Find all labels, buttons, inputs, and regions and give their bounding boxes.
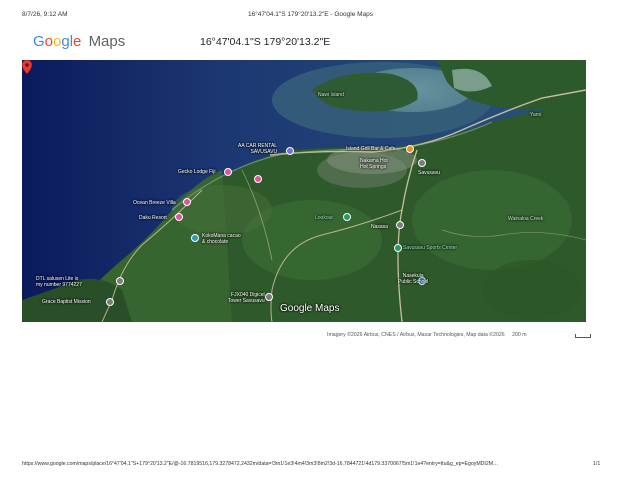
- place-label-dtl[interactable]: DTL salusen Lite is my number 9774227: [36, 276, 82, 288]
- place-label-ocean-breeze-villa[interactable]: Ocean Breeze Villa: [133, 200, 176, 206]
- place-pin-icon[interactable]: [116, 277, 124, 285]
- place-label-digicel-tower[interactable]: FJX040 Digicel Tower Savusavu: [228, 292, 265, 304]
- place-label-lookout[interactable]: Lookout: [315, 215, 333, 221]
- footer-url: https://www.google.com/maps/place/16°47'…: [22, 461, 499, 467]
- scale-label: 200 m: [512, 332, 527, 338]
- place-label-nawi-island: Nawi Island: [318, 92, 344, 98]
- logo-letter: o: [44, 33, 54, 50]
- dropped-pin-icon[interactable]: [22, 60, 32, 74]
- google-maps-logo[interactable]: Google Maps: [33, 33, 125, 50]
- place-label-kokomana[interactable]: KokoMana cacao & chocolate: [202, 233, 241, 245]
- footer-page-number: 1/1: [593, 461, 601, 467]
- logo-letter: G: [33, 33, 45, 50]
- restaurant-pin-icon[interactable]: [406, 145, 414, 153]
- villa-pin-icon[interactable]: [183, 198, 191, 206]
- print-title: 16°47'04.1"S 179°20'13.2"E - Google Maps: [247, 11, 374, 18]
- logo-letter: g: [61, 33, 70, 50]
- maps-wordmark: Maps: [88, 33, 126, 50]
- logo-letter: o: [53, 33, 62, 50]
- place-label-aa-car-rental[interactable]: AA CAR RENTAL SAVUSAVU: [238, 143, 277, 155]
- place-label-island-grill[interactable]: Island Grill Bar & Cafe: [346, 146, 395, 152]
- satellite-map[interactable]: Nawi Island Yaroi AA CAR RENTAL SAVUSAVU…: [22, 60, 586, 322]
- place-label-wainaloa-creek: Wainaloa Creek: [508, 216, 544, 222]
- church-pin-icon[interactable]: [106, 298, 114, 306]
- scale-bar: [575, 334, 591, 338]
- place-label-yaroi: Yaroi: [530, 112, 542, 118]
- resort-pin-icon[interactable]: [175, 213, 183, 221]
- lookout-pin-icon[interactable]: [343, 213, 351, 221]
- place-label-savusavu: Savusavu: [418, 170, 440, 176]
- map-attribution: Imagery ©2026 Airbus, CNES / Airbus, Max…: [327, 332, 527, 338]
- google-wordmark: Google: [33, 33, 81, 50]
- place-label-nakama-hot-springs[interactable]: Nakama Hot Hot Springs: [360, 158, 388, 170]
- place-label-grace-baptist[interactable]: Grace Baptist Mission: [42, 299, 91, 305]
- place-label-nasekula-school[interactable]: Nasekula Public School: [398, 273, 428, 285]
- hotel-pin-icon[interactable]: [254, 175, 262, 183]
- hotel-pin-icon[interactable]: [224, 168, 232, 176]
- place-pin-icon[interactable]: [396, 221, 404, 229]
- logo-letter: e: [73, 33, 82, 50]
- tower-pin-icon[interactable]: [265, 293, 273, 301]
- satellite-imagery: [22, 60, 586, 322]
- car-rental-pin-icon[interactable]: [286, 147, 294, 155]
- place-label-nasasa: Nasasa: [371, 224, 388, 230]
- place-label-gecko-lodge[interactable]: Gecko Lodge Fiji: [178, 169, 216, 175]
- place-label-daku-resort[interactable]: Daku Resort: [139, 215, 167, 221]
- attribution-text: Imagery ©2026 Airbus, CNES / Airbus, Max…: [327, 332, 505, 338]
- map-watermark: Google Maps: [280, 303, 340, 314]
- hot-springs-pin-icon[interactable]: [418, 159, 426, 167]
- place-label-sports-center[interactable]: Savusavu Sports Center: [403, 245, 457, 251]
- sports-center-pin-icon[interactable]: [394, 244, 402, 252]
- shop-pin-icon[interactable]: [191, 234, 199, 242]
- coordinates-title: 16°47'04.1"S 179°20'13.2"E: [200, 36, 331, 48]
